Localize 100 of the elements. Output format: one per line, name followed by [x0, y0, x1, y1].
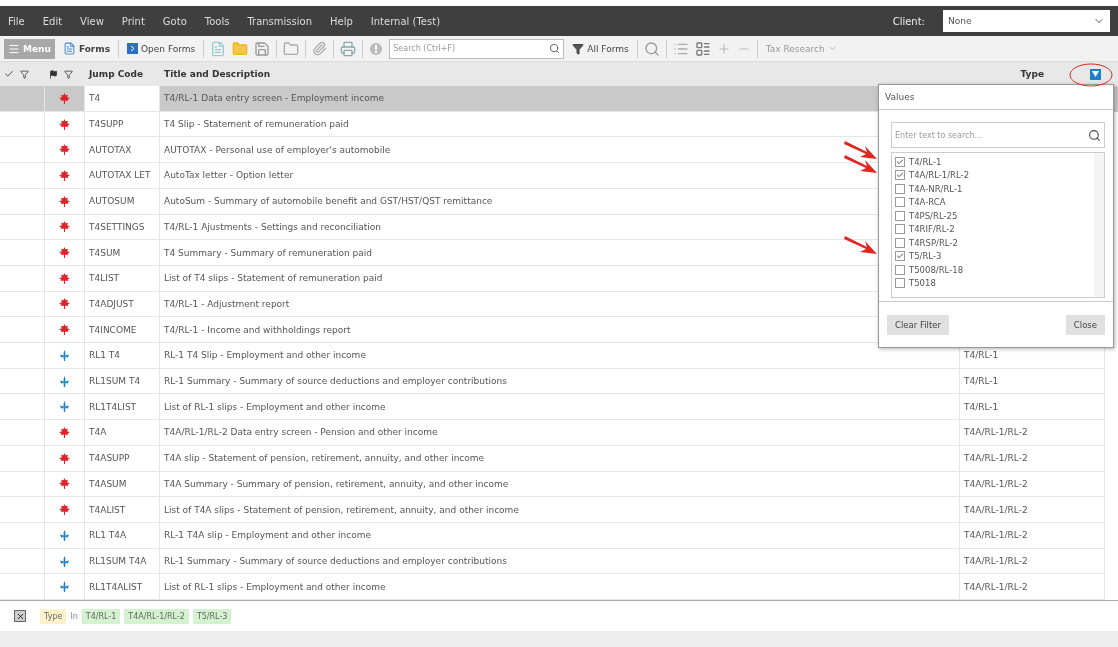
table-cell: T4A/RL-1/RL-2: [960, 445, 1105, 472]
alert-icon[interactable]: [369, 41, 384, 56]
value-option[interactable]: T5018: [909, 278, 936, 289]
table-cell: T4A slip - Statement of pension, retirement, annuity, and other income: [160, 445, 960, 472]
table-cell: List of T4A slips - Statement of pension, retirement, annuity, and other income: [160, 497, 960, 523]
column-header[interactable]: Type: [1020, 69, 1044, 79]
menu-item[interactable]: Internal (Test): [370, 15, 441, 27]
table-cell: T4A/RL-1/RL-2 Data entry screen - Pension and other income: [160, 420, 960, 446]
fleur-de-lis-icon: [59, 529, 70, 541]
checkbox[interactable]: [895, 210, 905, 221]
check-icon: [896, 252, 904, 261]
checkbox[interactable]: [895, 278, 905, 289]
filter-value-tag: T5/RL-3: [192, 608, 232, 624]
value-option[interactable]: T4RIF/RL-2: [909, 224, 955, 235]
value-option[interactable]: T4A-RCA: [909, 197, 946, 208]
maple-leaf-icon: [59, 452, 70, 464]
table-cell: T4A/RL-1/RL-2: [960, 574, 1105, 601]
menu-item[interactable]: Transmission: [247, 15, 312, 27]
maple-leaf-icon: [59, 92, 70, 104]
printer-icon[interactable]: [340, 40, 357, 57]
table-cell: T4ALIST: [85, 497, 160, 523]
fleur-de-lis-icon: [59, 555, 70, 567]
maple-leaf-icon: [59, 324, 70, 336]
table-cell: AUTOSUM: [85, 188, 160, 215]
filter-value-tag: T4/RL-1: [81, 608, 121, 624]
filter-icon: [572, 42, 585, 55]
client-label: Client:: [892, 15, 925, 27]
annotation-circle: [1068, 62, 1114, 88]
new-document-icon[interactable]: [210, 40, 227, 57]
forms-button[interactable]: Forms: [60, 42, 112, 55]
column-header[interactable]: Jump Code: [85, 69, 160, 79]
client-dropdown[interactable]: None: [943, 10, 1110, 32]
close-button[interactable]: Close: [1065, 314, 1105, 335]
menu-item[interactable]: Tools: [204, 15, 230, 27]
check-icon: [4, 69, 14, 79]
maple-leaf-icon: [59, 298, 70, 310]
maple-leaf-icon: [59, 169, 70, 181]
checkbox[interactable]: [895, 237, 905, 248]
menu-item[interactable]: Help: [330, 15, 353, 27]
value-option[interactable]: T5/RL-3: [909, 251, 942, 262]
menu-item[interactable]: Print: [121, 15, 145, 27]
checkbox[interactable]: [895, 264, 905, 275]
filter-operator: In: [70, 611, 78, 621]
scrollbar[interactable]: [1094, 153, 1104, 297]
value-option[interactable]: T5008/RL-18: [909, 264, 964, 275]
menu-item[interactable]: View: [80, 15, 104, 27]
fleur-de-lis-icon: [59, 349, 70, 361]
clear-filter-button[interactable]: [14, 610, 26, 622]
maple-leaf-icon: [59, 118, 70, 130]
filter-value-tag: T4A/RL-1/RL-2: [124, 608, 189, 624]
table-cell: T4LIST: [85, 265, 160, 292]
table-cell: T4ASUPP: [85, 445, 160, 472]
maple-leaf-icon: [59, 221, 70, 233]
table-cell: T4A/RL-1/RL-2: [960, 420, 1105, 446]
value-option[interactable]: T4A/RL-1/RL-2: [909, 170, 970, 181]
table-cell: RL-1 T4A slip - Employment and other income: [160, 522, 960, 549]
table-cell: T4A/RL-1/RL-2: [960, 522, 1105, 549]
fleur-de-lis-icon: [59, 375, 70, 387]
all-forms-button[interactable]: All Forms: [570, 42, 631, 55]
table-cell: AUTOTAX LET: [85, 163, 160, 189]
filter-field-tag: Type: [40, 608, 67, 624]
popup-tab[interactable]: Values: [879, 85, 1113, 110]
folder-icon[interactable]: [283, 40, 300, 57]
fleur-de-lis-icon: [59, 401, 70, 413]
maple-leaf-icon: [59, 504, 70, 516]
layout-list-icon[interactable]: [694, 40, 711, 57]
search-icon: [1088, 128, 1101, 142]
save-icon[interactable]: [254, 40, 271, 57]
table-cell: T4A/RL-1/RL-2: [960, 497, 1105, 523]
clear-filter-button[interactable]: Clear Filter: [887, 314, 949, 335]
checkbox[interactable]: [895, 183, 905, 194]
checkbox[interactable]: [895, 197, 905, 208]
maple-leaf-icon: [59, 195, 70, 207]
caret-icon: [827, 44, 837, 53]
checkbox[interactable]: [895, 251, 905, 262]
column-header[interactable]: Title and Description: [160, 69, 960, 79]
paperclip-icon[interactable]: [312, 41, 328, 56]
folder-icon[interactable]: [232, 40, 249, 57]
menu-item[interactable]: File: [8, 15, 25, 27]
table-cell: T4: [85, 86, 160, 112]
zoom-icon[interactable]: [643, 40, 660, 57]
table-cell: RL1T4ALIST: [85, 574, 160, 601]
close-icon: [15, 611, 25, 621]
menu-item[interactable]: Edit: [42, 15, 63, 27]
arrow-square-icon: [127, 43, 138, 54]
document-icon: [62, 42, 76, 55]
checkbox[interactable]: [895, 170, 905, 181]
filter-icon[interactable]: [20, 69, 29, 79]
search-icon: [549, 43, 561, 54]
table-cell: RL1 T4: [85, 343, 160, 369]
maple-leaf-icon: [59, 144, 70, 156]
open-forms-button[interactable]: Open Forms: [125, 43, 198, 54]
checkbox[interactable]: [895, 156, 905, 167]
checkbox[interactable]: [895, 224, 905, 235]
filter-icon[interactable]: [64, 69, 73, 79]
filter-button[interactable]: [1090, 68, 1101, 80]
table-cell: T4A: [85, 420, 160, 446]
table-cell: List of RL-1 slips - Employment and other income: [160, 574, 960, 601]
maple-leaf-icon: [59, 478, 70, 490]
menu-item[interactable]: Goto: [162, 15, 187, 27]
